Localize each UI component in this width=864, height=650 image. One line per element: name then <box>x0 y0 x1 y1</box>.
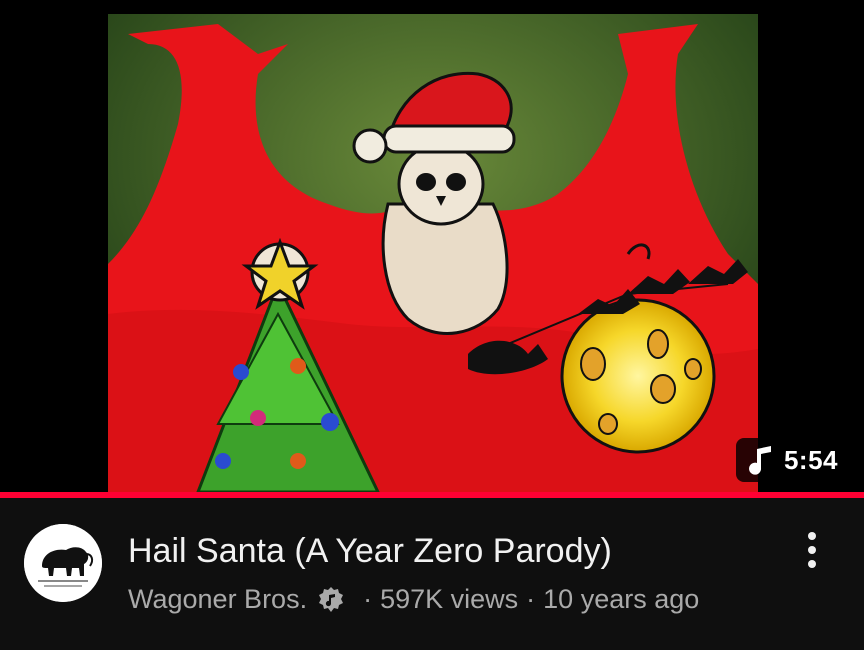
music-note-icon <box>748 446 771 475</box>
upload-age: 10 years ago <box>543 584 700 614</box>
duration-badge: 5:54 <box>735 438 852 482</box>
video-info: Hail Santa (A Year Zero Parody) Wagoner … <box>0 498 864 650</box>
video-thumbnail[interactable]: 5:54 <box>0 0 864 494</box>
video-title[interactable]: Hail Santa (A Year Zero Parody) <box>128 532 612 571</box>
view-count: 597K views <box>380 584 519 614</box>
more-vertical-icon <box>808 546 816 554</box>
video-meta: Wagoner Bros. · 597K views · 10 years ag… <box>128 584 699 615</box>
video-card[interactable]: 5:54 Hail Santa (A Year Zero Parody) Wag… <box>0 0 864 650</box>
meta-separator: · <box>363 584 373 614</box>
channel-name[interactable]: Wagoner Bros. <box>128 584 307 615</box>
more-options-button[interactable] <box>800 528 824 572</box>
more-vertical-icon <box>808 532 816 540</box>
meta-separator: · <box>526 584 536 614</box>
thumbnail-artwork <box>108 14 758 492</box>
channel-avatar[interactable] <box>24 524 102 602</box>
duration-text: 5:54 <box>783 444 838 475</box>
channel-logo <box>24 524 102 602</box>
more-vertical-icon <box>808 560 816 568</box>
verified-music-badge-icon <box>319 586 344 612</box>
